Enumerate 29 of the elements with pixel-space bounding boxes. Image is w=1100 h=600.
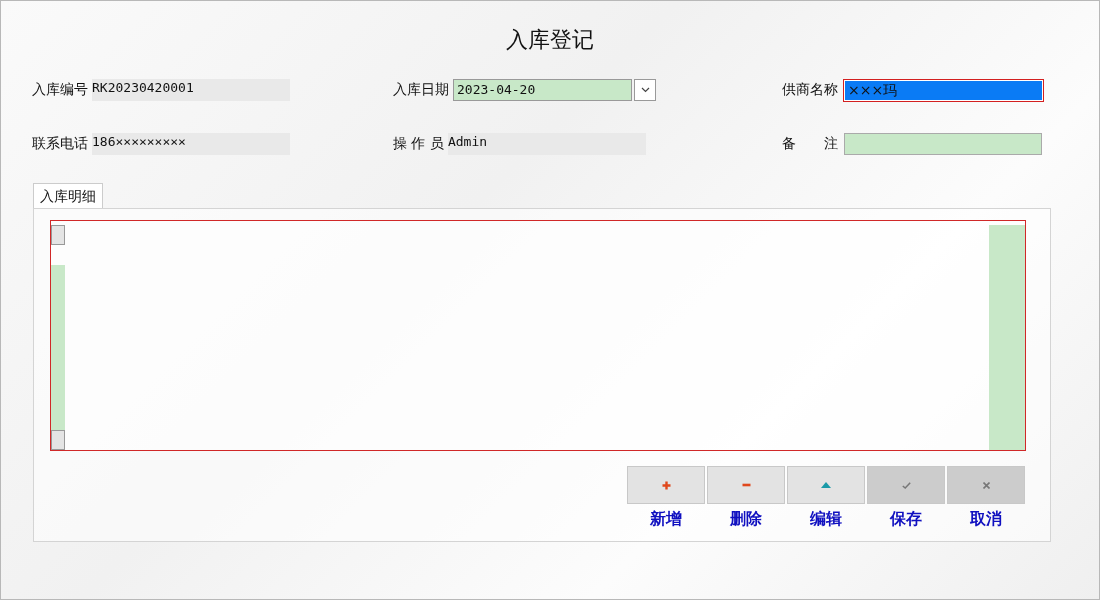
field-label: 入库日期	[393, 81, 449, 99]
button-label[interactable]: 编辑	[810, 509, 842, 530]
scroll-button[interactable]	[51, 225, 65, 245]
plus-icon	[661, 480, 671, 490]
field-label: 操 作 员	[393, 135, 444, 153]
check-icon	[901, 481, 911, 489]
form-title: 入库登记	[506, 26, 594, 54]
toolbar-button[interactable]	[707, 466, 785, 504]
toolbar-button[interactable]	[787, 466, 865, 504]
minus-icon	[741, 483, 751, 487]
scroll-button[interactable]	[51, 430, 65, 450]
input-field[interactable]	[844, 133, 1042, 155]
button-label[interactable]: 删除	[730, 509, 762, 530]
triangle-icon	[821, 482, 831, 488]
toolbar-button[interactable]	[627, 466, 705, 504]
text-field[interactable]: ×××玛	[844, 79, 1043, 101]
readonly-field: Admin	[447, 133, 646, 155]
dropdown-button[interactable]	[634, 79, 656, 101]
field-label: 入库编号	[32, 81, 88, 99]
field-label: 联系电话	[32, 135, 88, 153]
caret-icon	[640, 87, 650, 93]
close-icon	[982, 481, 990, 489]
tab[interactable]: 入库明细	[33, 183, 103, 208]
date-field[interactable]: 2023-04-20	[453, 79, 632, 101]
field-label: 备 注	[782, 135, 838, 153]
readonly-field: 186×××××××××	[92, 133, 290, 155]
field-label: 供商名称	[782, 81, 838, 99]
button-label[interactable]: 新增	[650, 509, 682, 530]
readonly-field: RK20230420001	[92, 79, 290, 101]
